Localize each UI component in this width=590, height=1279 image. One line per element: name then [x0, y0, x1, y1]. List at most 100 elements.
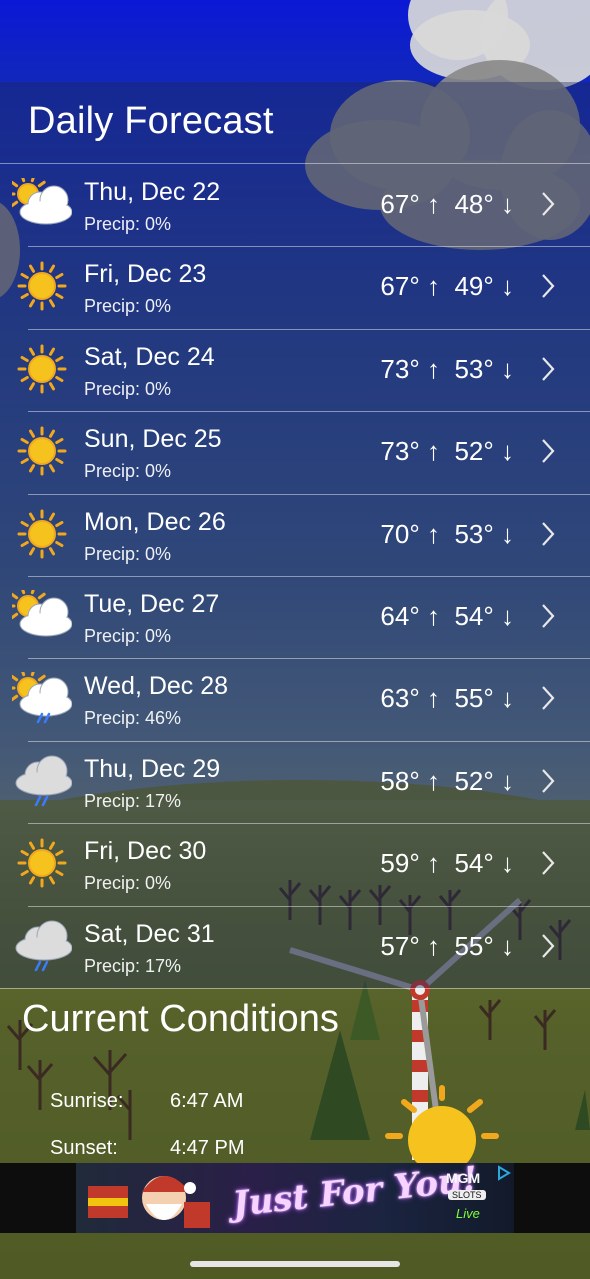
high-temp: 67° [380, 189, 420, 219]
arrow-down-icon: ↓ [501, 683, 514, 714]
partly-cloudy-icon [12, 590, 72, 637]
forecast-day: Thu, Dec 29 [84, 754, 221, 783]
forecast-row[interactable]: Fri, Dec 30 Precip: 0% 59° ↑ 54° ↓ [0, 823, 590, 905]
arrow-up-icon: ↑ [426, 436, 440, 467]
arrow-down-icon: ↓ [501, 436, 514, 467]
chevron-right-icon [542, 357, 555, 381]
mgm-logo-live: Live [456, 1206, 480, 1221]
partly-cloudy-rain-icon [12, 672, 72, 724]
forecast-precip: Precip: 17% [84, 790, 182, 811]
chevron-right-icon [542, 851, 555, 875]
sunrise-label: Sunrise: [50, 1090, 124, 1112]
forecast-row[interactable]: Sat, Dec 24 Precip: 0% 73° ↑ 53° ↓ [0, 329, 590, 411]
sunrise-value: 6:47 AM [170, 1090, 244, 1112]
forecast-row[interactable]: Wed, Dec 28 Precip: 46% 63° ↑ 55° ↓ [0, 658, 590, 740]
arrow-up-icon: ↑ [426, 683, 440, 714]
forecast-day: Thu, Dec 22 [84, 178, 221, 206]
mgm-logo[interactable]: MGM [446, 1170, 480, 1186]
sunny-icon [17, 509, 67, 559]
low-temp: 49° [454, 271, 494, 302]
forecast-temps: 73° ↑ 53° ↓ [380, 354, 514, 385]
forecast-day: Wed, Dec 28 [84, 672, 229, 701]
forecast-temps: 64° ↑ 54° ↓ [380, 601, 514, 632]
home-indicator[interactable] [190, 1261, 400, 1267]
high-temp: 63° [380, 683, 420, 714]
arrow-down-icon: ↓ [501, 271, 514, 302]
cloud-rain-icon [15, 920, 72, 971]
forecast-temps: 67° ↑ 48° ↓ [380, 189, 514, 220]
forecast-temps: 58° ↑ 52° ↓ [380, 766, 514, 797]
arrow-up-icon: ↑ [426, 518, 440, 549]
arrow-down-icon: ↓ [501, 353, 514, 384]
arrow-down-icon: ↓ [501, 189, 514, 219]
sunny-icon [17, 344, 67, 394]
forecast-day: Tue, Dec 27 [84, 590, 220, 618]
forecast-row[interactable]: Tue, Dec 27 Precip: 0% 64° ↑ 54° ↓ [0, 576, 590, 658]
forecast-temps: 57° ↑ 55° ↓ [380, 931, 514, 962]
chevron-right-icon [542, 521, 555, 546]
high-temp: 73° [380, 353, 420, 384]
arrow-up-icon: ↑ [426, 765, 440, 796]
arrow-down-icon: ↓ [501, 848, 514, 879]
arrow-up-icon: ↑ [426, 189, 440, 219]
forecast-day: Fri, Dec 30 [84, 837, 207, 866]
high-temp: 57° [380, 930, 420, 961]
forecast-precip: Precip: 0% [84, 296, 172, 317]
divider [0, 988, 590, 989]
chevron-right-icon [542, 686, 555, 711]
arrow-up-icon: ↑ [426, 271, 440, 302]
chevron-right-icon [542, 933, 555, 958]
sunny-icon [17, 838, 67, 888]
chevron-right-icon [542, 604, 555, 628]
low-temp: 54° [454, 601, 494, 631]
high-temp: 59° [380, 848, 420, 879]
cloud-rain-icon [15, 755, 72, 807]
arrow-up-icon: ↑ [426, 353, 440, 384]
forecast-temps: 59° ↑ 54° ↓ [380, 848, 514, 879]
chevron-right-icon [542, 439, 555, 463]
forecast-precip: Precip: 0% [84, 214, 172, 234]
low-temp: 52° [454, 436, 494, 467]
forecast-row[interactable]: Thu, Dec 29 Precip: 17% 58° ↑ 52° ↓ [0, 741, 590, 823]
chevron-right-icon [542, 192, 555, 216]
high-temp: 70° [380, 518, 420, 549]
high-temp: 64° [380, 601, 420, 631]
low-temp: 55° [454, 930, 494, 961]
mgm-logo-sub: SLOTS [448, 1190, 486, 1200]
forecast-precip: Precip: 0% [84, 543, 172, 564]
arrow-up-icon: ↑ [426, 848, 440, 879]
low-temp: 53° [454, 518, 494, 549]
forecast-row[interactable]: Thu, Dec 22 Precip: 0% 67° ↑ 48° ↓ [0, 164, 590, 246]
forecast-precip: Precip: 17% [84, 955, 182, 976]
arrow-down-icon: ↓ [501, 601, 514, 631]
sunny-icon [17, 261, 67, 311]
santa-icon [88, 1176, 210, 1228]
forecast-precip: Precip: 0% [84, 378, 172, 399]
low-temp: 53° [454, 353, 494, 384]
section-title-current-conditions: Current Conditions [22, 998, 339, 1040]
forecast-day: Sun, Dec 25 [84, 425, 222, 454]
forecast-day: Mon, Dec 26 [84, 507, 226, 536]
forecast-row[interactable]: Fri, Dec 23 Precip: 0% 67° ↑ 49° ↓ [0, 246, 590, 328]
arrow-up-icon: ↑ [426, 930, 440, 961]
forecast-temps: 67° ↑ 49° ↓ [380, 271, 514, 302]
forecast-temps: 70° ↑ 53° ↓ [380, 519, 514, 550]
forecast-row[interactable]: Sat, Dec 31 Precip: 17% 57° ↑ 55° ↓ [0, 906, 590, 988]
page-title: Daily Forecast [28, 100, 274, 142]
arrow-down-icon: ↓ [501, 765, 514, 796]
forecast-precip: Precip: 46% [84, 708, 182, 729]
forecast-row[interactable]: Mon, Dec 26 Precip: 0% 70° ↑ 53° ↓ [0, 494, 590, 576]
chevron-right-icon [542, 274, 555, 299]
low-temp: 52° [454, 765, 494, 796]
forecast-day: Sat, Dec 24 [84, 342, 215, 371]
sunset-value: 4:47 PM [170, 1137, 245, 1159]
forecast-day: Sat, Dec 31 [84, 919, 215, 948]
high-temp: 73° [380, 436, 420, 467]
arrow-up-icon: ↑ [426, 601, 440, 631]
forecast-row[interactable]: Sun, Dec 25 Precip: 0% 73° ↑ 52° ↓ [0, 411, 590, 493]
ad-choices-icon[interactable] [496, 1165, 512, 1181]
arrow-down-icon: ↓ [501, 518, 514, 549]
forecast-temps: 73° ↑ 52° ↓ [380, 436, 514, 467]
arrow-down-icon: ↓ [501, 930, 514, 961]
low-temp: 48° [454, 189, 494, 219]
